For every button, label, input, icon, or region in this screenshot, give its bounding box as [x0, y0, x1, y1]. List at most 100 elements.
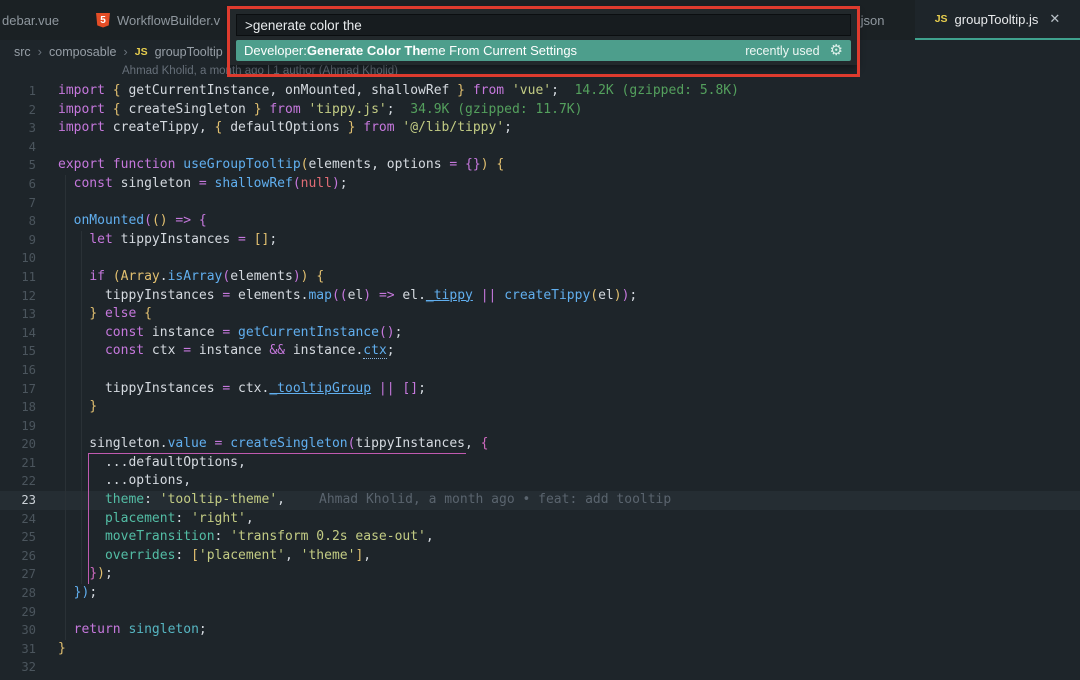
line-number[interactable]: 2	[0, 101, 36, 120]
line-number[interactable]: 29	[0, 603, 36, 622]
line-number[interactable]: 10	[0, 249, 36, 268]
code-text: const instance = getCurrentInstance();	[104, 324, 403, 340]
command-palette-input[interactable]	[236, 14, 851, 36]
line-number[interactable]: 32	[0, 658, 36, 677]
breadcrumb-item-src[interactable]: src	[14, 45, 31, 59]
code-text: overrides: ['placement', 'theme'],	[104, 547, 372, 563]
line-number[interactable]: 19	[0, 417, 36, 436]
code-line[interactable]: 19	[0, 417, 1080, 436]
code-text: import { getCurrentInstance, onMounted, …	[58, 83, 739, 98]
code-line[interactable]: 3 import createTippy, { defaultOptions } …	[0, 119, 1080, 138]
code-text: const ctx = instance && instance.ctx;	[104, 343, 395, 360]
bracket-scope-guide	[88, 453, 466, 454]
code-text: }	[89, 399, 98, 415]
line-number[interactable]: 23	[0, 491, 36, 510]
command-palette-result[interactable]: Developer: Generate Color The me From Cu…	[236, 40, 851, 61]
code-line[interactable]: 17 tippyInstances = ctx._tooltipGroup ||…	[0, 380, 1080, 399]
code-text: }	[58, 640, 66, 656]
line-number[interactable]: 27	[0, 565, 36, 584]
line-number[interactable]: 3	[0, 119, 36, 138]
line-number[interactable]: 8	[0, 212, 36, 231]
line-number[interactable]: 6	[0, 175, 36, 194]
git-authors-lens[interactable]: Ahmad Kholid, a month ago | 1 author (Ah…	[122, 65, 398, 80]
code-line[interactable]: 24 placement: 'right',	[0, 510, 1080, 529]
breadcrumb: src › composable › JS groupTooltip	[14, 41, 223, 62]
code-editor[interactable]: 1 import { getCurrentInstance, onMounted,…	[0, 82, 1080, 677]
code-line[interactable]: 2 import { createSingleton } from 'tippy.…	[0, 101, 1080, 120]
line-number[interactable]: 20	[0, 435, 36, 454]
line-number[interactable]: 11	[0, 268, 36, 287]
line-number[interactable]: 31	[0, 640, 36, 659]
indent-guide	[81, 231, 82, 584]
code-line[interactable]: 27 });	[0, 565, 1080, 584]
line-number[interactable]: 12	[0, 287, 36, 306]
line-number[interactable]: 4	[0, 138, 36, 157]
code-line[interactable]: 25 moveTransition: 'transform 0.2s ease-…	[0, 528, 1080, 547]
line-number[interactable]: 22	[0, 472, 36, 491]
code-line[interactable]: 31}	[0, 640, 1080, 659]
code-line[interactable]: 12 tippyInstances = elements.map((el) =>…	[0, 287, 1080, 306]
line-number[interactable]: 25	[0, 528, 36, 547]
command-palette: Developer: Generate Color The me From Cu…	[230, 9, 857, 65]
code-text: import createTippy, { defaultOptions } f…	[58, 120, 512, 136]
code-line[interactable]: 1 import { getCurrentInstance, onMounted,…	[0, 82, 1080, 101]
line-number[interactable]: 28	[0, 584, 36, 603]
line-number[interactable]: 16	[0, 361, 36, 380]
line-number[interactable]: 1	[0, 82, 36, 101]
code-line[interactable]: 30 return singleton;	[0, 621, 1080, 640]
tab-grouptooltip-js[interactable]: JS groupTooltip.js ✕	[915, 0, 1080, 40]
code-line[interactable]: 5 export function useGroupTooltip(element…	[0, 156, 1080, 175]
code-line[interactable]: 7	[0, 194, 1080, 213]
code-line[interactable]: 9 let tippyInstances = [];	[0, 231, 1080, 250]
line-number[interactable]: 24	[0, 510, 36, 529]
line-number[interactable]: 21	[0, 454, 36, 473]
line-number[interactable]: 13	[0, 305, 36, 324]
code-line[interactable]: 28 });	[0, 584, 1080, 603]
recently-used-badge: recently used	[745, 43, 820, 58]
code-line[interactable]: 11 if (Array.isArray(elements)) {	[0, 268, 1080, 287]
tab-label: .json	[857, 12, 885, 28]
code-line[interactable]: 15 const ctx = instance && instance.ctx;	[0, 342, 1080, 361]
code-text: tippyInstances = elements.map((el) => el…	[58, 287, 638, 303]
line-number[interactable]: 18	[0, 398, 36, 417]
breadcrumb-item-composable[interactable]: composable	[49, 45, 116, 59]
line-number[interactable]: 17	[0, 380, 36, 399]
code-text: ...options,	[58, 473, 192, 489]
gear-icon[interactable]: ⚙	[830, 43, 843, 58]
code-text: const singleton = shallowRef(null);	[73, 175, 348, 191]
line-number[interactable]: 26	[0, 547, 36, 566]
tab-json[interactable]: .json	[857, 0, 907, 40]
line-number[interactable]: 14	[0, 324, 36, 343]
code-line[interactable]: 4	[0, 138, 1080, 157]
code-line[interactable]: 23 theme: 'tooltip-theme', Ahmad Kholid, …	[0, 491, 1080, 510]
code-text: if (Array.isArray(elements)) {	[89, 268, 325, 284]
code-line[interactable]: 29	[0, 603, 1080, 622]
tab-sidebar-vue[interactable]: debar.vue	[2, 0, 90, 40]
line-number[interactable]: 30	[0, 621, 36, 640]
breadcrumb-item-file[interactable]: groupTooltip	[155, 45, 223, 59]
code-line[interactable]: 22 ...options,	[0, 472, 1080, 491]
code-line[interactable]: 13 } else {	[0, 305, 1080, 324]
close-icon[interactable]: ✕	[1049, 11, 1060, 27]
line-number[interactable]: 9	[0, 231, 36, 250]
tab-workflowbuilder[interactable]: 5 WorkflowBuilder.v	[96, 0, 236, 40]
code-line[interactable]: 8 onMounted(() => {	[0, 212, 1080, 231]
code-line[interactable]: 20 singleton.value = createSingleton(tip…	[0, 435, 1080, 454]
code-line[interactable]: 14 const instance = getCurrentInstance()…	[0, 324, 1080, 343]
code-line[interactable]: 6 const singleton = shallowRef(null);	[0, 175, 1080, 194]
inline-blame: Ahmad Kholid, a month ago • feat: add to…	[319, 492, 672, 508]
code-line[interactable]: 10	[0, 249, 1080, 268]
code-line[interactable]: 32	[0, 658, 1080, 677]
code-text: placement: 'right',	[104, 510, 254, 526]
line-number[interactable]: 7	[0, 194, 36, 213]
code-line[interactable]: 16	[0, 361, 1080, 380]
code-line[interactable]: 18 }	[0, 398, 1080, 417]
line-number[interactable]: 15	[0, 342, 36, 361]
code-line[interactable]: 26 overrides: ['placement', 'theme'],	[0, 547, 1080, 566]
code-line[interactable]: 21 ...defaultOptions,	[0, 454, 1080, 473]
line-number[interactable]: 5	[0, 156, 36, 175]
